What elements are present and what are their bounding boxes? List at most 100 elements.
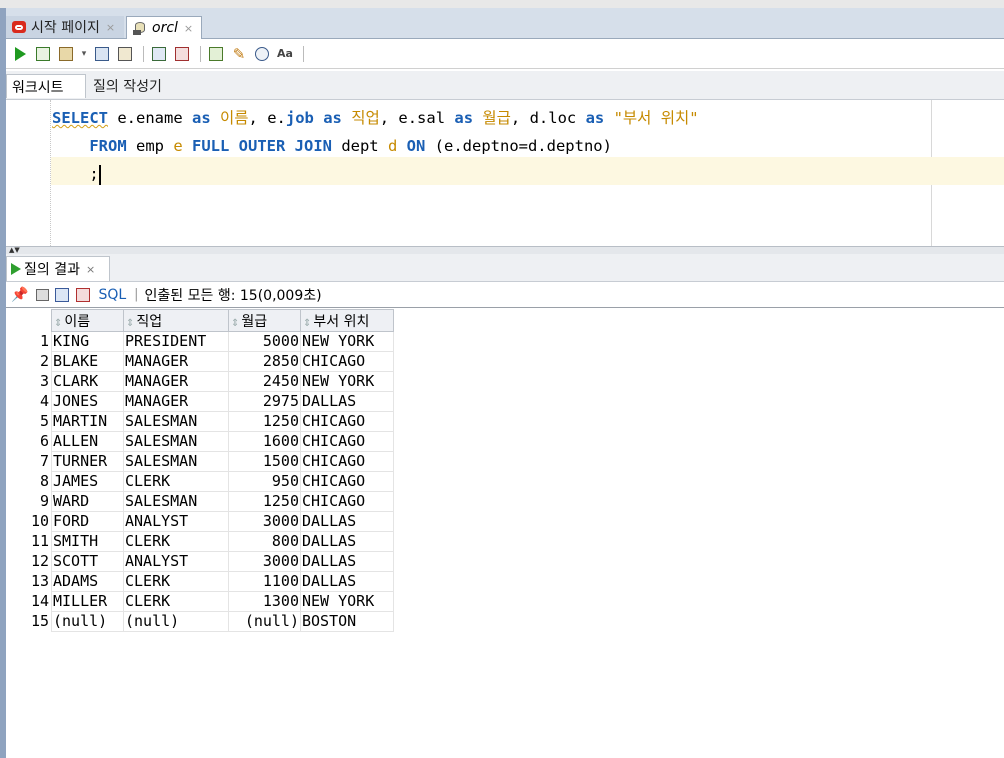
cell-loc[interactable]: CHICAGO [300, 351, 394, 372]
table-row[interactable]: 12 SCOTT ANALYST 3000 DALLAS [6, 551, 394, 572]
table-row[interactable]: 14 MILLER CLERK 1300 NEW YORK [6, 591, 394, 612]
print-button[interactable] [34, 285, 50, 305]
cell-job[interactable]: ANALYST [123, 551, 229, 572]
sql-code[interactable]: SELECT e.ename as 이름, e.job as 직업, e.sal… [52, 104, 699, 188]
table-row[interactable]: 2 BLAKE MANAGER 2850 CHICAGO [6, 351, 394, 372]
history-button[interactable] [252, 44, 272, 64]
cell-name[interactable]: (null) [51, 611, 124, 632]
cell-name[interactable]: FORD [51, 511, 124, 532]
results-grid[interactable]: ⇕ 이름 ⇕ 직업 ⇕ 월급 ⇕ 부서 위치 1 KING PRESIDENT 5000 NEW… [6, 309, 394, 632]
cell-name[interactable]: JONES [51, 391, 124, 412]
table-row[interactable]: 10 FORD ANALYST 3000 DALLAS [6, 511, 394, 532]
cell-loc[interactable]: NEW YORK [300, 591, 394, 612]
table-row[interactable]: 8 JAMES CLERK 950 CHICAGO [6, 471, 394, 492]
cell-loc[interactable]: CHICAGO [300, 431, 394, 452]
cell-loc[interactable]: CHICAGO [300, 471, 394, 492]
commit-button[interactable] [56, 44, 76, 64]
commit-transaction-button[interactable] [149, 44, 169, 64]
table-row[interactable]: 1 KING PRESIDENT 5000 NEW YORK [6, 331, 394, 352]
cell-name[interactable]: WARD [51, 491, 124, 512]
cell-loc[interactable]: DALLAS [300, 531, 394, 552]
cancel-query-button[interactable] [74, 285, 92, 305]
close-icon[interactable]: × [184, 22, 193, 35]
cell-name[interactable]: ALLEN [51, 431, 124, 452]
cell-sal[interactable]: 950 [228, 471, 301, 492]
table-row[interactable]: 4 JONES MANAGER 2975 DALLAS [6, 391, 394, 412]
unshared-sql-button[interactable] [206, 44, 226, 64]
cell-name[interactable]: BLAKE [51, 351, 124, 372]
run-statement-button[interactable] [10, 44, 30, 64]
cell-job[interactable]: SALESMAN [123, 491, 229, 512]
close-icon[interactable]: × [106, 21, 115, 34]
cell-name[interactable]: ADAMS [51, 571, 124, 592]
cell-name[interactable]: MILLER [51, 591, 124, 612]
cell-sal[interactable]: 3000 [228, 511, 301, 532]
cell-loc[interactable]: DALLAS [300, 391, 394, 412]
sql-link[interactable]: SQL [98, 287, 126, 303]
cell-job[interactable]: CLERK [123, 571, 229, 592]
cell-name[interactable]: KING [51, 331, 124, 352]
cell-loc[interactable]: CHICAGO [300, 491, 394, 512]
tab-query-builder[interactable]: 질의 작성기 [88, 74, 188, 98]
cell-loc[interactable]: DALLAS [300, 551, 394, 572]
cell-sal[interactable]: 1250 [228, 491, 301, 512]
pin-icon[interactable]: 📌 [11, 287, 28, 303]
cell-job[interactable]: SALESMAN [123, 431, 229, 452]
dropdown-chevron-icon[interactable]: ▾ [79, 44, 89, 64]
tab-query-result[interactable]: 질의 결과 × [6, 256, 110, 281]
table-row[interactable]: 7 TURNER SALESMAN 1500 CHICAGO [6, 451, 394, 472]
cell-name[interactable]: MARTIN [51, 411, 124, 432]
cell-name[interactable]: SCOTT [51, 551, 124, 572]
cell-job[interactable]: SALESMAN [123, 451, 229, 472]
table-row[interactable]: 5 MARTIN SALESMAN 1250 CHICAGO [6, 411, 394, 432]
cell-job[interactable]: SALESMAN [123, 411, 229, 432]
cell-job[interactable]: MANAGER [123, 391, 229, 412]
cell-sal[interactable]: 1250 [228, 411, 301, 432]
run-script-button[interactable] [33, 44, 53, 64]
cell-loc[interactable]: DALLAS [300, 571, 394, 592]
table-row[interactable]: 15 (null) (null) (null) BOSTON [6, 611, 394, 632]
sql-editor[interactable]: SELECT e.ename as 이름, e.job as 직업, e.sal… [6, 100, 1004, 247]
cell-name[interactable]: JAMES [51, 471, 124, 492]
cell-sal[interactable]: (null) [228, 611, 301, 632]
cell-loc[interactable]: NEW YORK [300, 331, 394, 352]
close-icon[interactable]: × [86, 263, 95, 276]
cell-job[interactable]: PRESIDENT [123, 331, 229, 352]
cell-sal[interactable]: 5000 [228, 331, 301, 352]
table-row[interactable]: 3 CLARK MANAGER 2450 NEW YORK [6, 371, 394, 392]
cell-job[interactable]: ANALYST [123, 511, 229, 532]
cell-sal[interactable]: 3000 [228, 551, 301, 572]
clear-button[interactable]: ✎ [229, 44, 249, 64]
cell-loc[interactable]: DALLAS [300, 511, 394, 532]
cell-job[interactable]: MANAGER [123, 371, 229, 392]
tab-orcl[interactable]: orcl × [126, 16, 202, 39]
table-row[interactable]: 13 ADAMS CLERK 1100 DALLAS [6, 571, 394, 592]
cell-sal[interactable]: 2450 [228, 371, 301, 392]
cell-sal[interactable]: 1600 [228, 431, 301, 452]
splitter-handle[interactable]: ▲▼ [6, 247, 1004, 254]
format-button[interactable]: Aa [275, 44, 295, 64]
cell-job[interactable]: (null) [123, 611, 229, 632]
rollback-button[interactable] [172, 44, 192, 64]
column-header-loc[interactable]: ⇕ 부서 위치 [300, 309, 394, 332]
cell-sal[interactable]: 1500 [228, 451, 301, 472]
cell-sal[interactable]: 1100 [228, 571, 301, 592]
table-row[interactable]: 9 WARD SALESMAN 1250 CHICAGO [6, 491, 394, 512]
cell-loc[interactable]: CHICAGO [300, 411, 394, 432]
cell-loc[interactable]: BOSTON [300, 611, 394, 632]
cell-name[interactable]: CLARK [51, 371, 124, 392]
cell-loc[interactable]: CHICAGO [300, 451, 394, 472]
cell-sal[interactable]: 1300 [228, 591, 301, 612]
column-header-sal[interactable]: ⇕ 월급 [228, 309, 301, 332]
cell-loc[interactable]: NEW YORK [300, 371, 394, 392]
column-header-name[interactable]: ⇕ 이름 [51, 309, 124, 332]
refresh-button[interactable] [53, 285, 71, 305]
explain-plan-button[interactable] [92, 44, 112, 64]
cell-job[interactable]: CLERK [123, 471, 229, 492]
cell-name[interactable]: TURNER [51, 451, 124, 472]
table-row[interactable]: 6 ALLEN SALESMAN 1600 CHICAGO [6, 431, 394, 452]
cell-name[interactable]: SMITH [51, 531, 124, 552]
autotrace-button[interactable] [115, 44, 135, 64]
cell-sal[interactable]: 800 [228, 531, 301, 552]
tab-start-page[interactable]: 시작 페이지 × [6, 16, 124, 38]
